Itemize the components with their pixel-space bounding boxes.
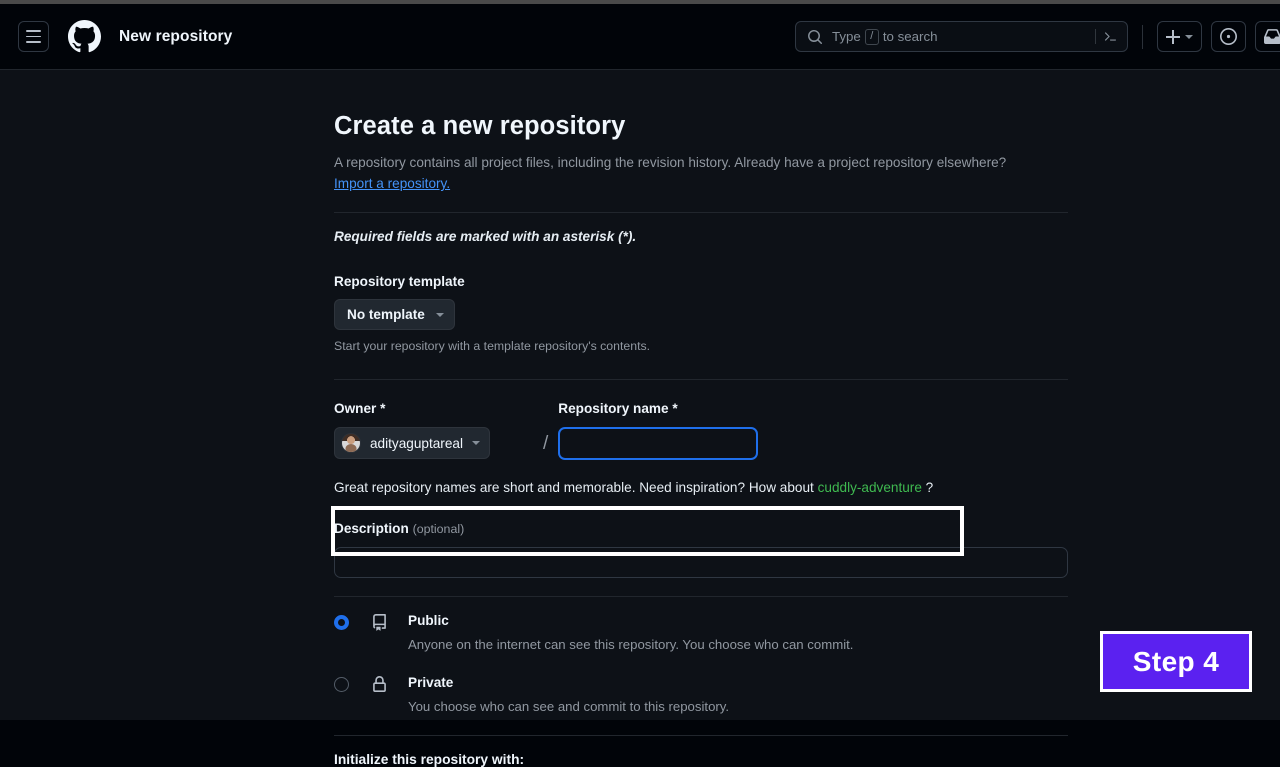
form-subtitle-text: A repository contains all project files,…	[334, 155, 1007, 171]
description-optional-text: (optional)	[412, 522, 465, 537]
public-text-block: Public Anyone on the internet can see th…	[408, 612, 853, 652]
description-input[interactable]	[334, 547, 1068, 579]
search-placeholder-before: Type	[832, 29, 861, 44]
repository-name-hint-prefix: Great repository names are short and mem…	[334, 480, 814, 496]
repository-name-field: Repository name *	[558, 401, 1068, 461]
public-title: Public	[408, 613, 449, 629]
inbox-button[interactable]	[1255, 21, 1280, 52]
hamburger-bar	[26, 35, 41, 38]
owner-name-separator: /	[543, 433, 549, 455]
private-title: Private	[408, 675, 454, 691]
divider	[334, 596, 1068, 598]
repository-template-section: Repository template No template Start yo…	[334, 274, 1068, 353]
form-subtitle: A repository contains all project files,…	[334, 152, 1068, 194]
private-radio[interactable]	[334, 677, 349, 693]
initialize-repository-title: Initialize this repository with:	[334, 752, 525, 767]
repository-template-value: No template	[347, 307, 425, 323]
step-badge: Step 4	[1100, 631, 1252, 692]
repository-template-label: Repository template	[334, 274, 465, 290]
chevron-down-icon	[1185, 34, 1193, 39]
visibility-option-public[interactable]: Public Anyone on the internet can see th…	[334, 612, 1068, 652]
hamburger-icon[interactable]	[18, 21, 49, 52]
visibility-option-private[interactable]: Private You choose who can see and commi…	[334, 674, 1068, 714]
owner-name: adityaguptareal	[370, 435, 463, 451]
new-repository-form: Create a new repository A repository con…	[334, 110, 1068, 767]
repository-name-hint-suffix: ?	[925, 480, 934, 496]
form-heading: Create a new repository	[334, 112, 626, 140]
owner-select[interactable]: adityaguptareal	[334, 427, 490, 460]
repository-name-label: Repository name *	[558, 401, 678, 417]
divider	[334, 735, 1068, 737]
search-input[interactable]: Type / to search	[795, 21, 1128, 52]
required-fields-note: Required fields are marked with an aster…	[334, 229, 637, 245]
import-repository-link[interactable]: Import a repository.	[334, 176, 450, 191]
issues-button[interactable]	[1211, 21, 1246, 52]
owner-label: Owner *	[334, 401, 386, 417]
global-header: New repository Type / to search	[0, 4, 1280, 70]
search-icon	[807, 29, 823, 45]
repository-name-suggestion[interactable]: cuddly-adventure	[818, 480, 922, 495]
divider	[334, 379, 1068, 381]
search-placeholder: Type / to search	[832, 28, 938, 45]
repository-template-help: Start your repository with a template re…	[334, 339, 651, 354]
chevron-down-icon	[435, 312, 444, 317]
repository-template-select[interactable]: No template	[334, 299, 455, 331]
divider	[1095, 29, 1096, 44]
repo-book-icon	[371, 614, 388, 631]
inbox-icon	[1264, 29, 1280, 44]
public-description: Anyone on the internet can see this repo…	[408, 637, 854, 653]
repository-name-input[interactable]	[558, 427, 759, 461]
terminal-icon	[1102, 28, 1119, 45]
owner-field: Owner * adityaguptareal	[334, 401, 538, 460]
chevron-down-icon	[471, 441, 480, 446]
github-logo-icon[interactable]	[68, 20, 101, 53]
public-radio[interactable]	[334, 615, 349, 631]
plus-icon	[1166, 29, 1180, 44]
create-new-button[interactable]	[1157, 21, 1202, 52]
search-placeholder-after: to search	[882, 29, 938, 44]
avatar	[341, 433, 361, 454]
hamburger-bar	[26, 30, 41, 32]
private-description: You choose who can see and commit to thi…	[408, 699, 730, 715]
owner-and-name-row: Owner * adityaguptareal / Repository nam…	[334, 401, 1068, 461]
slash-keycap: /	[864, 28, 879, 45]
visibility-options: Public Anyone on the internet can see th…	[334, 612, 1068, 714]
terminal-shortcut[interactable]	[1095, 28, 1121, 45]
hamburger-bar	[26, 41, 41, 43]
header-divider	[1142, 24, 1143, 49]
private-text-block: Private You choose who can see and commi…	[408, 674, 729, 714]
lock-icon	[371, 676, 388, 693]
issue-opened-icon	[1220, 28, 1237, 45]
github-page: New repository Type / to search Create a…	[0, 4, 1280, 767]
description-label-text: Description	[334, 521, 409, 537]
header-right-cluster: Type / to search	[795, 4, 1280, 69]
divider	[334, 212, 1068, 214]
page-title: New repository	[119, 27, 233, 45]
repository-name-hint: Great repository names are short and mem…	[334, 480, 1068, 495]
description-label: Description (optional)	[334, 521, 1068, 536]
description-section: Description (optional)	[334, 521, 1068, 579]
